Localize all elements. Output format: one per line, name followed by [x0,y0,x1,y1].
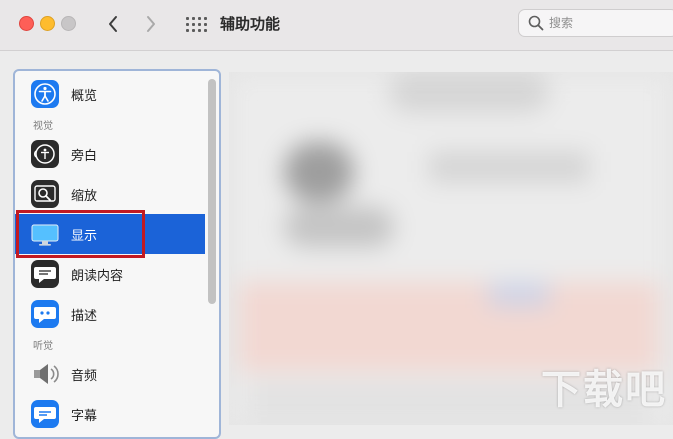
sidebar-item-label: 缩放 [71,188,98,204]
sidebar-item-label: 旁白 [71,148,98,164]
show-all-grid-button[interactable] [184,14,207,36]
sidebar-item-audio[interactable]: 音频 [15,354,205,394]
close-window-button[interactable] [19,16,34,31]
forward-button[interactable] [139,12,163,36]
chevron-right-icon [147,16,155,32]
window-title: 辅助功能 [220,15,281,33]
minimize-window-button[interactable] [40,16,55,31]
spoken-content-icon [31,260,59,288]
voiceover-icon [31,140,59,168]
zoom-icon [31,180,59,208]
sidebar-item-label: 朗读内容 [71,268,124,284]
sidebar-item-label: 字幕 [71,408,98,424]
chevron-left-icon [109,16,117,32]
accessibility-icon [31,80,59,108]
search-input[interactable] [549,14,669,32]
descriptions-icon [31,300,59,328]
sidebar-item-descriptions[interactable]: 描述 [15,294,205,334]
section-header-hearing: 听觉 [33,341,53,352]
sidebar-item-spoken-content[interactable]: 朗读内容 [15,254,205,294]
watermark-logo: 下载吧 [541,367,667,413]
speaker-icon [31,360,59,388]
sidebar-item-zoom[interactable]: 缩放 [15,174,205,214]
sidebar-item-label: 音频 [71,368,98,384]
sidebar-item-voiceover[interactable]: 旁白 [15,134,205,174]
title-bar: 辅助功能 [0,0,673,51]
captions-icon [31,400,59,428]
sidebar-item-captions[interactable]: 字幕 [15,394,205,434]
sidebar-item-label: 概览 [71,88,98,104]
sidebar-item-overview[interactable]: 概览 [15,74,205,114]
section-header-vision: 视觉 [33,121,53,132]
annotation-highlight-box [16,210,145,258]
back-button[interactable] [101,12,125,36]
search-icon [528,15,544,31]
search-field[interactable] [518,9,673,37]
zoom-window-button[interactable] [61,16,76,31]
sidebar-scrollbar[interactable] [208,79,216,304]
sidebar-item-label: 描述 [71,308,98,324]
